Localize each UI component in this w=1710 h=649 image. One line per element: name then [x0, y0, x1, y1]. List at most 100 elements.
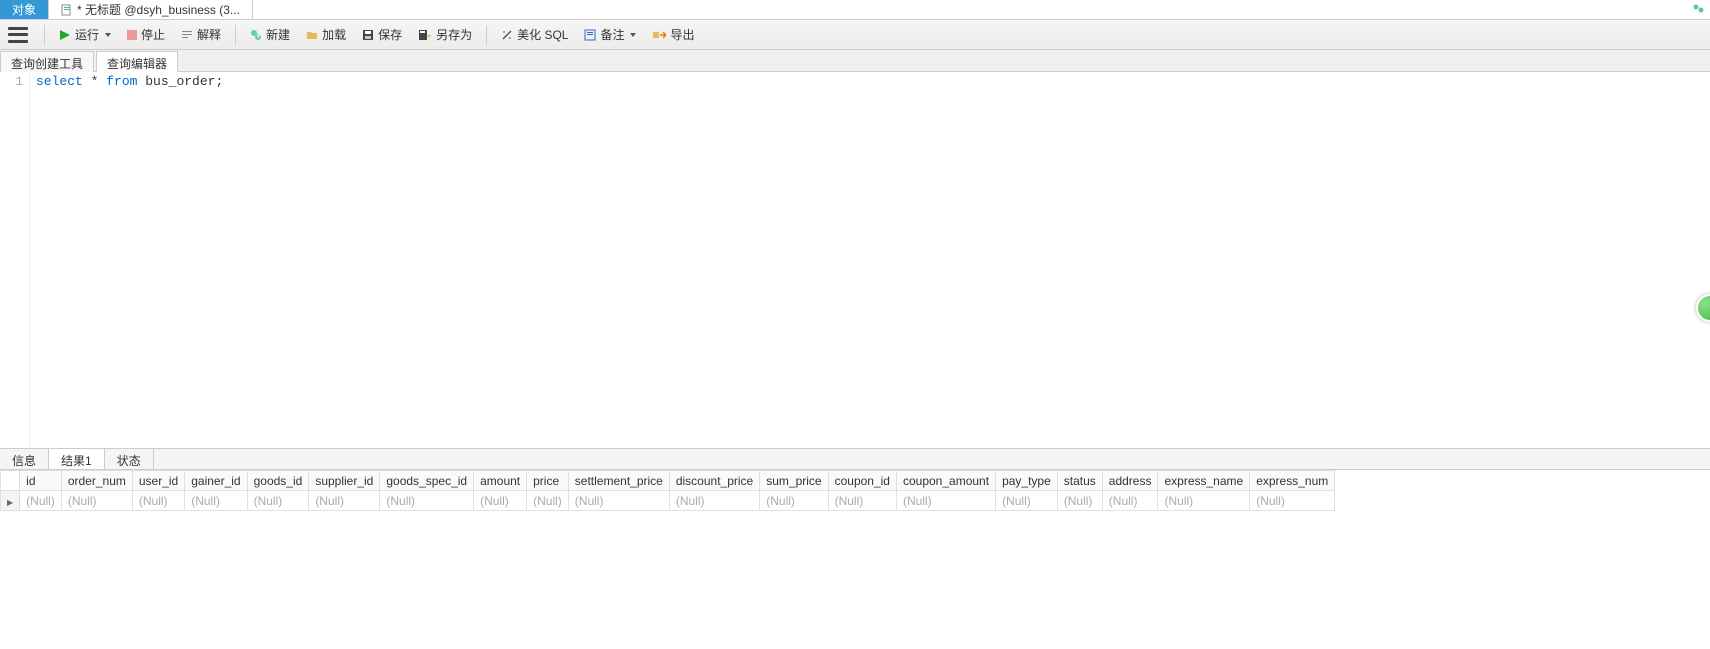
cell-null[interactable]: (Null) — [527, 491, 569, 511]
column-header[interactable]: goods_spec_id — [380, 471, 474, 491]
editor-sub-tabs: 查询创建工具 查询编辑器 — [0, 50, 1710, 72]
cell-null[interactable]: (Null) — [185, 491, 247, 511]
tab-objects[interactable]: 对象 — [0, 0, 49, 19]
tab-label: 查询创建工具 — [11, 57, 83, 71]
column-header[interactable]: status — [1057, 471, 1102, 491]
menu-toggle-button[interactable] — [8, 27, 28, 43]
button-label: 备注 — [600, 26, 624, 43]
column-header[interactable]: order_num — [61, 471, 132, 491]
tab-info[interactable]: 信息 — [0, 449, 49, 469]
beautify-sql-button[interactable]: 美化 SQL — [495, 24, 574, 45]
sql-editor[interactable]: 1 select * from bus_order; — [0, 72, 1710, 448]
column-header[interactable]: gainer_id — [185, 471, 247, 491]
cell-null[interactable]: (Null) — [20, 491, 62, 511]
tab-label: 对象 — [12, 1, 36, 18]
row-handle[interactable] — [1, 491, 20, 511]
load-button[interactable]: 加载 — [300, 24, 352, 45]
column-header[interactable]: sum_price — [760, 471, 828, 491]
note-button[interactable]: 备注 — [578, 24, 642, 45]
table-row[interactable]: (Null)(Null)(Null)(Null)(Null)(Null)(Nul… — [1, 491, 1335, 511]
column-header[interactable]: express_name — [1158, 471, 1250, 491]
cell-null[interactable]: (Null) — [309, 491, 380, 511]
button-label: 新建 — [266, 26, 290, 43]
column-header[interactable]: coupon_amount — [896, 471, 995, 491]
cell-null[interactable]: (Null) — [474, 491, 527, 511]
cell-null[interactable]: (Null) — [132, 491, 184, 511]
play-icon — [59, 29, 71, 41]
tab-query-editor[interactable]: 查询编辑器 — [96, 51, 178, 72]
button-label: 停止 — [141, 26, 165, 43]
button-label: 保存 — [378, 26, 402, 43]
button-label: 另存为 — [436, 26, 472, 43]
cell-null[interactable]: (Null) — [1102, 491, 1158, 511]
cell-null[interactable]: (Null) — [380, 491, 474, 511]
button-label: 解释 — [197, 26, 221, 43]
header-row: idorder_numuser_idgainer_idgoods_idsuppl… — [1, 471, 1335, 491]
column-header[interactable]: price — [527, 471, 569, 491]
stop-button[interactable]: 停止 — [121, 24, 171, 45]
button-label: 加载 — [322, 26, 346, 43]
folder-open-icon — [306, 29, 318, 41]
column-header[interactable]: settlement_price — [568, 471, 669, 491]
new-button[interactable]: + 新建 — [244, 24, 296, 45]
stop-icon — [127, 30, 137, 40]
column-header[interactable]: supplier_id — [309, 471, 380, 491]
cell-null[interactable]: (Null) — [568, 491, 669, 511]
explain-icon — [181, 29, 193, 41]
cell-null[interactable]: (Null) — [828, 491, 896, 511]
cell-null[interactable]: (Null) — [896, 491, 995, 511]
column-header[interactable]: coupon_id — [828, 471, 896, 491]
column-header[interactable]: id — [20, 471, 62, 491]
cell-null[interactable]: (Null) — [61, 491, 132, 511]
export-button[interactable]: 导出 — [646, 24, 700, 45]
tab-query-untitled[interactable]: * 无标题 @dsyh_business (3... — [49, 0, 253, 19]
column-header[interactable]: address — [1102, 471, 1158, 491]
cell-null[interactable]: (Null) — [1057, 491, 1102, 511]
tab-status[interactable]: 状态 — [105, 449, 154, 469]
export-icon — [652, 29, 666, 41]
line-number: 1 — [15, 74, 23, 89]
button-label: 运行 — [75, 26, 99, 43]
cell-null[interactable]: (Null) — [247, 491, 309, 511]
save-icon — [362, 29, 374, 41]
sql-text: * — [83, 74, 106, 89]
explain-button[interactable]: 解释 — [175, 24, 227, 45]
sql-keyword: from — [106, 74, 137, 89]
sync-icon[interactable] — [1692, 2, 1706, 16]
button-label: 导出 — [670, 26, 694, 43]
wand-icon — [501, 29, 513, 41]
sql-keyword: select — [36, 74, 83, 89]
tab-query-builder[interactable]: 查询创建工具 — [0, 51, 94, 72]
dropdown-caret-icon — [630, 33, 636, 37]
save-as-button[interactable]: 另存为 — [412, 24, 478, 45]
toolbar-separator — [44, 25, 45, 45]
save-button[interactable]: 保存 — [356, 24, 408, 45]
tab-result-1[interactable]: 结果1 — [49, 449, 105, 469]
button-label: 美化 SQL — [517, 26, 568, 43]
save-as-icon — [418, 29, 432, 41]
sql-text: bus_order; — [137, 74, 223, 89]
line-gutter: 1 — [0, 72, 30, 448]
column-header[interactable]: discount_price — [669, 471, 759, 491]
cell-null[interactable]: (Null) — [760, 491, 828, 511]
tab-label: 结果1 — [61, 454, 92, 468]
new-icon: + — [250, 29, 262, 41]
result-tabs: 信息 结果1 状态 — [0, 448, 1710, 470]
code-line: select * from bus_order; — [30, 72, 229, 448]
column-header[interactable]: pay_type — [996, 471, 1058, 491]
result-grid[interactable]: idorder_numuser_idgainer_idgoods_idsuppl… — [0, 470, 1710, 511]
column-header[interactable]: express_num — [1250, 471, 1335, 491]
cell-null[interactable]: (Null) — [669, 491, 759, 511]
run-button[interactable]: 运行 — [53, 24, 117, 45]
dropdown-caret-icon — [105, 33, 111, 37]
result-table: idorder_numuser_idgainer_idgoods_idsuppl… — [0, 470, 1335, 511]
cell-null[interactable]: (Null) — [1158, 491, 1250, 511]
cell-null[interactable]: (Null) — [1250, 491, 1335, 511]
cell-null[interactable]: (Null) — [996, 491, 1058, 511]
column-header[interactable]: goods_id — [247, 471, 309, 491]
column-header[interactable]: amount — [474, 471, 527, 491]
column-header[interactable]: user_id — [132, 471, 184, 491]
tab-label: 状态 — [117, 454, 141, 468]
toolbar-separator — [235, 25, 236, 45]
tab-label: * 无标题 @dsyh_business (3... — [77, 1, 240, 18]
